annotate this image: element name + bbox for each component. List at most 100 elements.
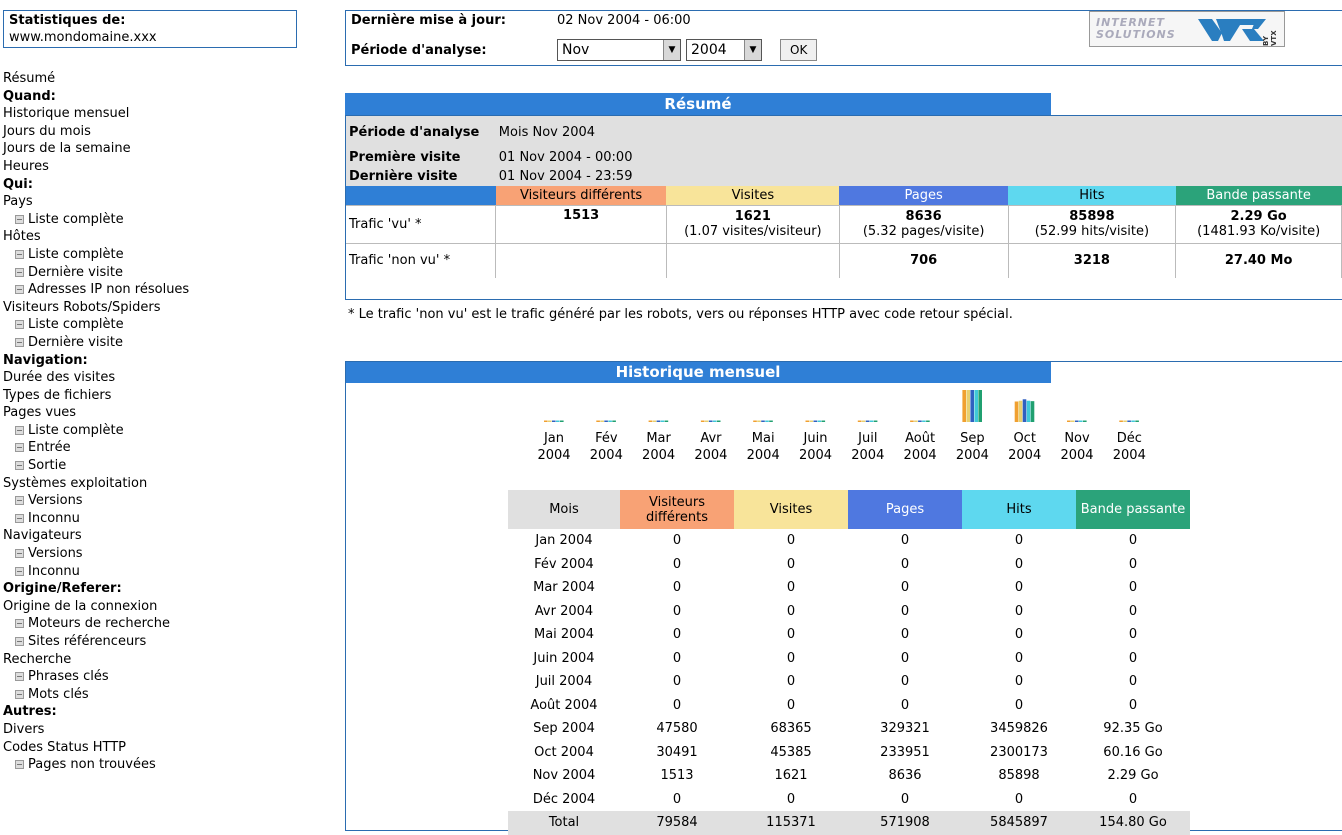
x-tick-label: 2004 <box>1008 448 1041 463</box>
sidebar-menu-link[interactable]: Liste complète <box>3 316 303 334</box>
sidebar-menu-label: Mots clés <box>28 686 89 702</box>
visitors-cell: 0 <box>672 650 682 666</box>
chart-bar <box>1131 420 1135 422</box>
sidebar-menu-label: Qui: <box>3 176 33 192</box>
sidebar-menu-link[interactable]: Liste complète <box>3 246 303 264</box>
col-hits-header: Hits <box>962 490 1076 529</box>
sidebar-menu-label: Inconnu <box>28 563 80 579</box>
sidebar-menu-link[interactable]: Dernière visite <box>3 334 303 352</box>
sidebar-menu-label: Pages non trouvées <box>28 757 156 773</box>
sidebar-menu-link[interactable]: Jours de la semaine <box>3 140 303 158</box>
year-select[interactable]: 2004 ▼ <box>686 39 762 61</box>
chart-bar <box>757 420 761 422</box>
sidebar-menu-link[interactable]: Navigateurs <box>3 527 303 545</box>
period-row: Période d'analyse: Nov ▼ 2004 ▼ OK <box>351 39 818 61</box>
sidebar-menu-label: Types de fichiers <box>3 387 112 403</box>
sidebar-menu-link[interactable]: Origine de la connexion <box>3 598 303 616</box>
month-select[interactable]: Nov ▼ <box>557 39 681 61</box>
sidebar-menu-link[interactable]: Pages non trouvées <box>3 756 303 774</box>
sidebar-menu-link[interactable]: Adresses IP non résolues <box>3 281 303 299</box>
bandwidth-cell: 0 <box>1128 674 1138 690</box>
table-row: Nov 2004 1513 1621 8636 85898 2.29 Go <box>508 764 1190 788</box>
resume-section-title: Résumé <box>345 93 1051 115</box>
chart-bar <box>821 420 826 422</box>
sidebar-menu-link[interactable]: Recherche <box>3 651 303 669</box>
hits-cell: 3459826 <box>990 721 1048 737</box>
unseen-traffic-footnote: * Le trafic 'non vu' est le trafic génér… <box>348 307 1013 322</box>
bandwidth-cell: 60.16 Go <box>1103 744 1163 760</box>
sub-item-bullet-icon <box>15 619 24 629</box>
sidebar-menu-link[interactable]: Codes Status HTTP <box>3 739 303 757</box>
sidebar-menu-label: Navigateurs <box>3 528 82 544</box>
visitors-cell: 1513 <box>660 768 694 784</box>
seen-visits: 1621 <box>734 209 771 224</box>
sidebar-menu-link[interactable]: Inconnu <box>3 510 303 528</box>
seen-hits: 85898 <box>1069 209 1115 224</box>
chevron-down-icon[interactable]: ▼ <box>744 40 761 60</box>
hits-cell: 0 <box>1014 791 1024 807</box>
sidebar-menu-link[interactable]: Heures <box>3 158 303 176</box>
last-visit-label: Dernière visite <box>346 167 496 186</box>
hits-cell: 0 <box>1014 603 1024 619</box>
sidebar-menu-link[interactable]: Versions <box>3 545 303 563</box>
sidebar-menu-label: Origine de la connexion <box>3 598 158 614</box>
hits-cell: 0 <box>1014 556 1024 572</box>
sidebar-menu-link[interactable]: Liste complète <box>3 211 303 229</box>
table-row: Juin 2004 0 0 0 0 0 <box>508 647 1190 671</box>
chart-bar <box>970 390 974 422</box>
ok-button[interactable]: OK <box>780 39 818 61</box>
chart-bar <box>604 420 608 422</box>
sidebar-menu-link[interactable]: Divers <box>3 721 303 739</box>
sidebar-menu-link[interactable]: Pays <box>3 193 303 211</box>
sidebar-menu-link[interactable]: Historique mensuel <box>3 105 303 123</box>
chart-bar <box>1022 399 1027 422</box>
sidebar-menu-link[interactable]: Sites référenceurs <box>3 633 303 651</box>
chart-bar <box>700 420 705 422</box>
chart-bar <box>922 420 926 422</box>
month-cell: Oct 2004 <box>534 744 594 760</box>
sidebar-menu-link[interactable]: Visiteurs Robots/Spiders <box>3 299 303 317</box>
sidebar-menu-link[interactable]: Systèmes exploitation <box>3 475 303 493</box>
hits-cell: 0 <box>1014 627 1024 643</box>
chevron-down-icon[interactable]: ▼ <box>663 40 680 60</box>
hits-cell: 85898 <box>998 768 1040 784</box>
pages-cell: 0 <box>900 580 910 596</box>
sidebar-menu-link[interactable]: Types de fichiers <box>3 387 303 405</box>
sidebar-menu-link[interactable]: Dernière visite <box>3 264 303 282</box>
sidebar-menu-link[interactable]: Jours du mois <box>3 123 303 141</box>
sidebar-menu-label: Visiteurs Robots/Spiders <box>3 299 161 315</box>
sidebar-menu-link[interactable]: Liste complète <box>3 422 303 440</box>
visits-cell: 1621 <box>774 768 808 784</box>
sidebar-menu-link[interactable]: Durée des visites <box>3 369 303 387</box>
sidebar-menu-link[interactable]: Mots clés <box>3 686 303 704</box>
visitors-cell: 0 <box>672 533 682 549</box>
total-cell: 154.80 Go <box>1076 811 1190 835</box>
x-tick-label: 2004 <box>799 448 832 463</box>
unseen-hits: 3218 <box>1008 242 1177 278</box>
sidebar-menu-link[interactable]: Résumé <box>3 70 303 88</box>
traffic-unseen-row: Trafic 'non vu' * 706 3218 27.40 Mo <box>346 242 1342 278</box>
bandwidth-cell: 2.29 Go <box>1107 768 1159 784</box>
sidebar-menu-link[interactable]: Phrases clés <box>3 668 303 686</box>
sidebar-menu-link[interactable]: Hôtes <box>3 228 303 246</box>
total-label: Total <box>508 811 620 835</box>
logo-text: INTERNET SOLUTIONS <box>1096 17 1176 41</box>
sidebar-menu-link[interactable]: Sortie <box>3 457 303 475</box>
sidebar-menu-link[interactable]: Entrée <box>3 439 303 457</box>
sidebar-menu-link[interactable]: Pages vues <box>3 404 303 422</box>
month-cell: Fév 2004 <box>534 556 594 572</box>
chart-bar <box>1014 401 1019 422</box>
chart-bar <box>873 420 878 422</box>
hits-cell: 0 <box>1014 650 1024 666</box>
visits-cell: 0 <box>786 580 796 596</box>
sidebar-menu-label: Pays <box>3 194 33 210</box>
sidebar-menu-link[interactable]: Versions <box>3 492 303 510</box>
last-update-value: 02 Nov 2004 - 06:00 <box>557 13 691 28</box>
chart-bar <box>600 420 604 422</box>
x-tick-label: 2004 <box>956 448 989 463</box>
sidebar-menu-link[interactable]: Inconnu <box>3 563 303 581</box>
sidebar-menu-link[interactable]: Moteurs de recherche <box>3 615 303 633</box>
internet-solutions-logo[interactable]: INTERNET SOLUTIONS BY VTX <box>1089 11 1285 47</box>
chart-bar <box>1135 420 1139 422</box>
chart-bar <box>918 420 922 422</box>
